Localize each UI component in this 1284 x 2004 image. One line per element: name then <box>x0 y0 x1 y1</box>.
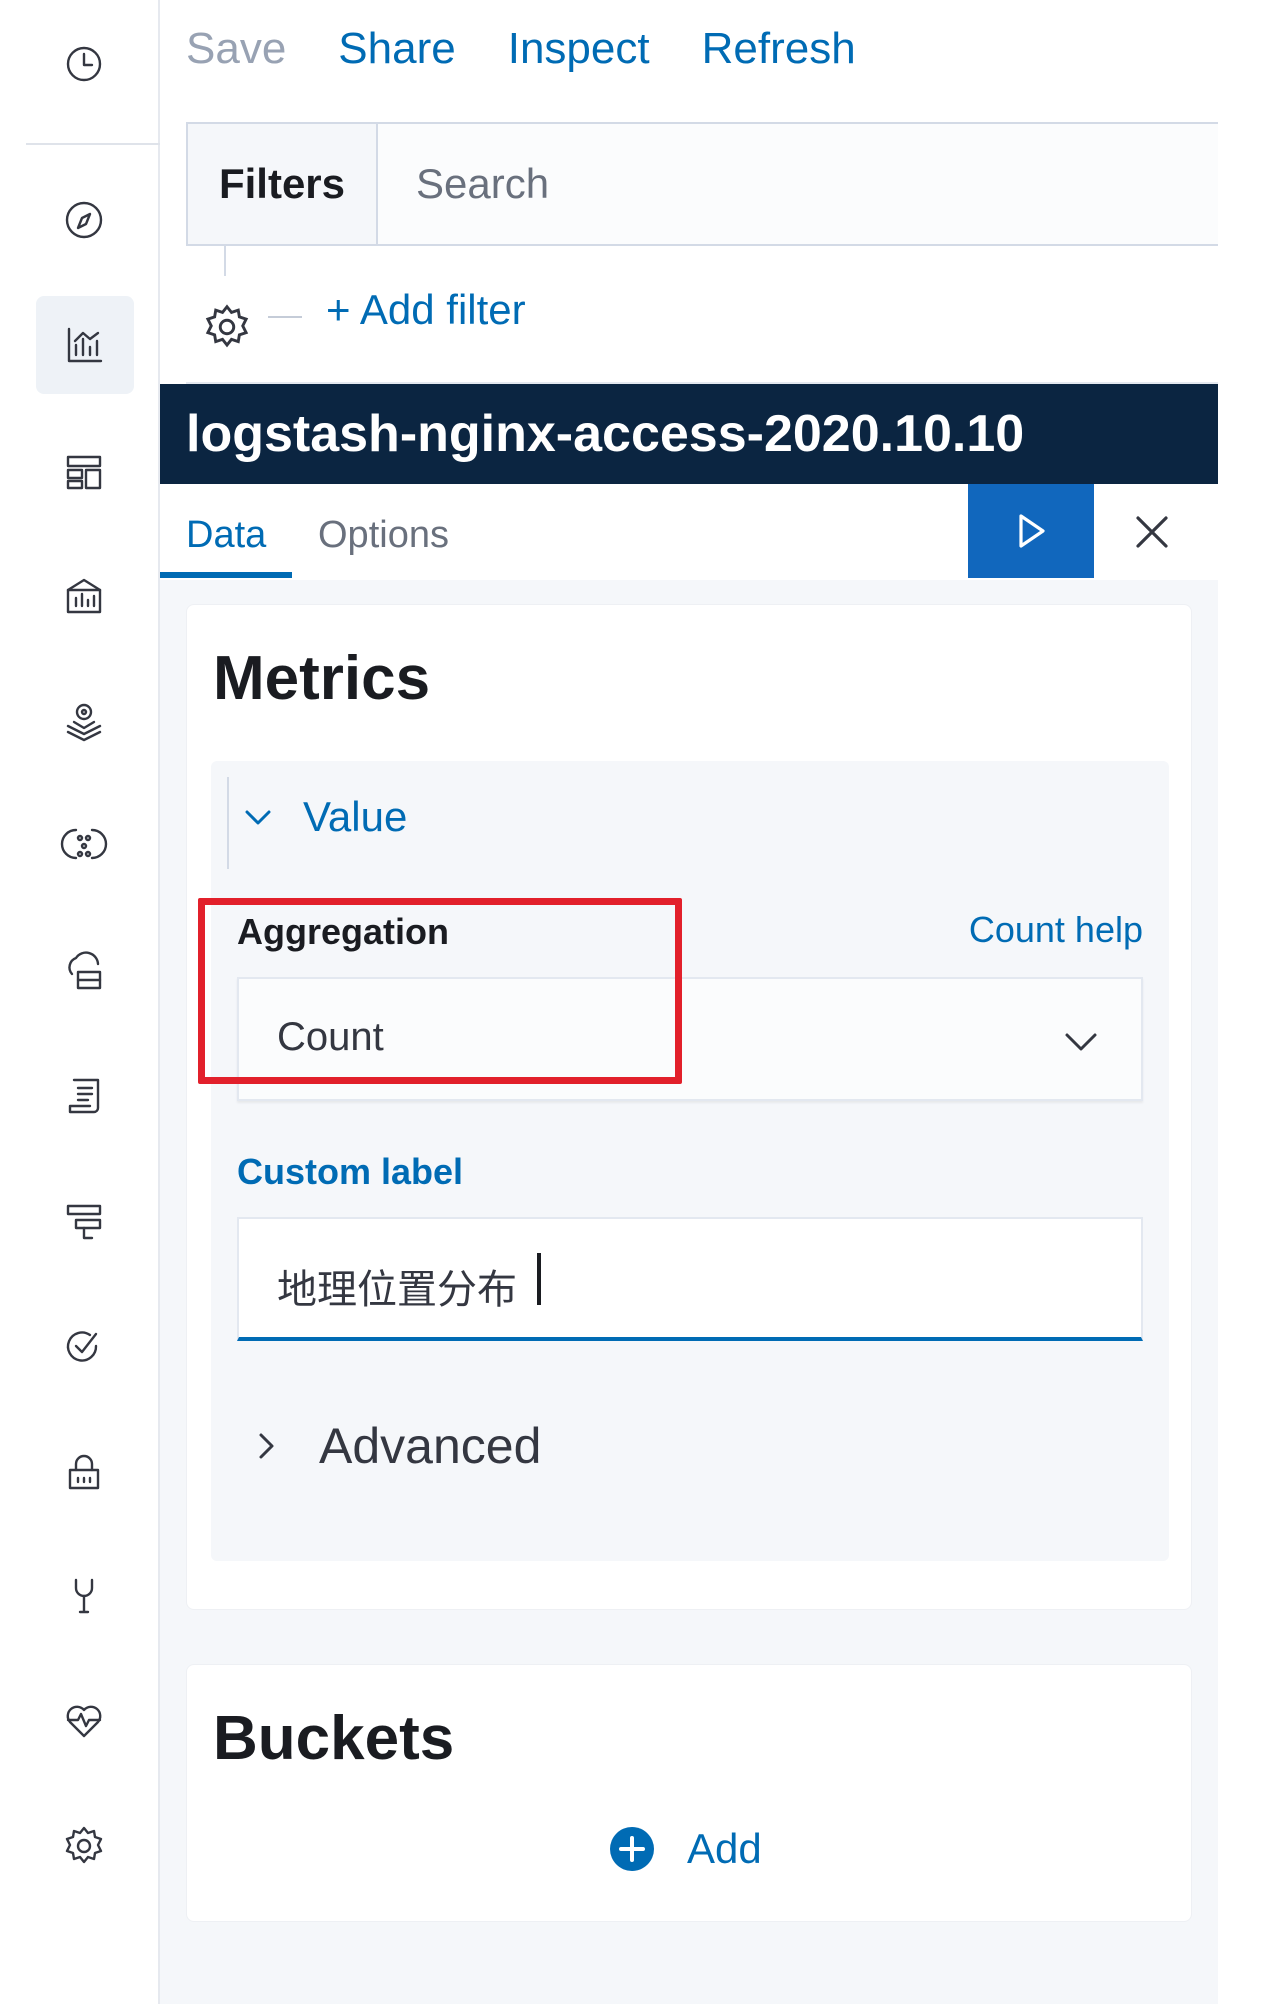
canvas-icon[interactable] <box>52 564 116 628</box>
search-input[interactable] <box>378 124 1284 244</box>
metric-name: Value <box>303 793 408 840</box>
query-bar: Filters <box>186 122 1284 246</box>
advanced-toggle[interactable]: Advanced <box>249 1417 541 1475</box>
chevron-down-icon <box>1065 1033 1097 1051</box>
right-edge <box>1218 0 1284 2004</box>
filter-settings-gear-icon[interactable] <box>196 296 258 358</box>
rail-divider <box>26 143 160 145</box>
apm-icon[interactable] <box>52 1190 116 1254</box>
tab-data[interactable]: Data <box>186 514 266 557</box>
add-filter-button[interactable]: + Add filter <box>326 286 526 334</box>
play-icon <box>1019 514 1045 548</box>
dev-tools-icon[interactable] <box>52 1564 116 1628</box>
editor-tabs: Data Options <box>160 484 1218 580</box>
maps-icon[interactable] <box>52 688 116 752</box>
filter-row: + Add filter <box>186 246 1284 386</box>
metrics-title: Metrics <box>213 644 431 713</box>
annotation-highlight-box <box>198 898 682 1084</box>
filter-connector <box>224 246 226 276</box>
side-nav <box>0 0 160 2004</box>
metric-agg-block: Value Aggregation Count help Count Custo… <box>211 761 1169 1561</box>
filters-button[interactable]: Filters <box>188 124 378 244</box>
buckets-panel: Buckets Add <box>186 1664 1192 1922</box>
add-bucket-button[interactable]: Add <box>609 1825 762 1873</box>
filter-divider <box>268 316 302 318</box>
active-tab-indicator <box>160 572 292 578</box>
dashboard-icon[interactable] <box>52 440 116 504</box>
clock-icon[interactable] <box>52 32 116 96</box>
visualize-chart-icon[interactable] <box>36 296 134 394</box>
add-bucket-label: Add <box>687 1825 762 1872</box>
refresh-button[interactable]: Refresh <box>702 24 856 80</box>
infrastructure-icon[interactable] <box>52 940 116 1004</box>
advanced-label: Advanced <box>319 1418 542 1474</box>
chevron-right-icon <box>259 1433 274 1459</box>
apply-changes-button[interactable] <box>968 484 1094 578</box>
metric-value-toggle[interactable]: Value <box>241 793 407 841</box>
inspect-button[interactable]: Inspect <box>508 24 650 80</box>
chevron-down-icon <box>245 810 271 825</box>
metrics-panel: Metrics Value Aggregation Count help Cou… <box>186 604 1192 1610</box>
share-button[interactable]: Share <box>338 24 455 80</box>
custom-label-label: Custom label <box>237 1151 464 1192</box>
buckets-title: Buckets <box>213 1704 455 1773</box>
custom-label-input[interactable]: 地理位置分布 <box>237 1217 1143 1341</box>
plus-circle-icon <box>610 1827 654 1871</box>
discard-close-button[interactable] <box>1120 500 1184 564</box>
close-icon <box>1136 516 1168 548</box>
management-gear-icon[interactable] <box>52 1814 116 1878</box>
discover-compass-icon[interactable] <box>52 188 116 252</box>
save-button[interactable]: Save <box>186 24 286 80</box>
uptime-icon[interactable] <box>52 1314 116 1378</box>
top-toolbar: Save Share Inspect Refresh <box>186 24 856 80</box>
text-cursor <box>537 1253 541 1305</box>
ml-icon[interactable] <box>52 812 116 876</box>
siem-lock-icon[interactable] <box>52 1440 116 1504</box>
agg-connector <box>227 777 229 869</box>
count-help-link[interactable]: Count help <box>969 909 1143 951</box>
tab-options[interactable]: Options <box>318 514 449 557</box>
index-pattern-title: logstash-nginx-access-2020.10.10 <box>160 384 1218 484</box>
logs-icon[interactable] <box>52 1064 116 1128</box>
custom-label-value: 地理位置分布 <box>277 1268 517 1312</box>
monitoring-heartbeat-icon[interactable] <box>52 1688 116 1752</box>
